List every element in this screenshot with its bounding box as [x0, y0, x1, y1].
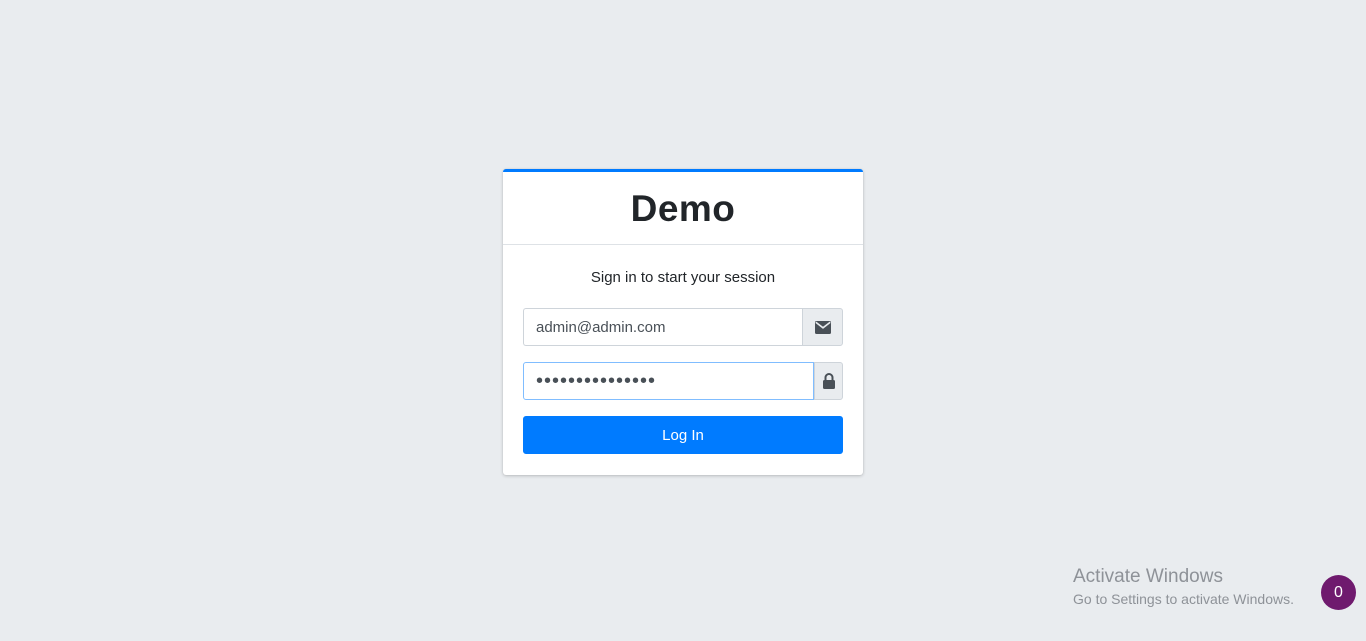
watermark-title: Activate Windows — [1073, 566, 1223, 587]
login-message: Sign in to start your session — [590, 269, 776, 286]
windows-activation-watermark: Activate Windows Go to Settings to activ… — [1073, 566, 1294, 609]
notification-badge[interactable]: 0 — [1321, 575, 1356, 610]
lock-icon — [822, 373, 835, 389]
email-field[interactable] — [523, 308, 802, 346]
email-addon — [802, 308, 843, 346]
envelope-icon — [814, 320, 831, 334]
watermark-subtitle: Go to Settings to activate Windows. — [1073, 591, 1294, 607]
password-addon — [814, 362, 843, 400]
login-button[interactable]: Log In — [523, 416, 843, 454]
email-input-group — [523, 308, 843, 346]
login-page: Demo Sign in to start your session admin… — [0, 0, 1366, 641]
password-field[interactable] — [523, 362, 814, 400]
card-header: Demo — [503, 172, 863, 245]
brand-title[interactable]: Demo — [631, 186, 736, 230]
password-input-group — [523, 362, 843, 400]
card-body: Sign in to start your session admin@admi… — [503, 245, 863, 474]
login-card: Demo Sign in to start your session admin… — [503, 169, 863, 475]
